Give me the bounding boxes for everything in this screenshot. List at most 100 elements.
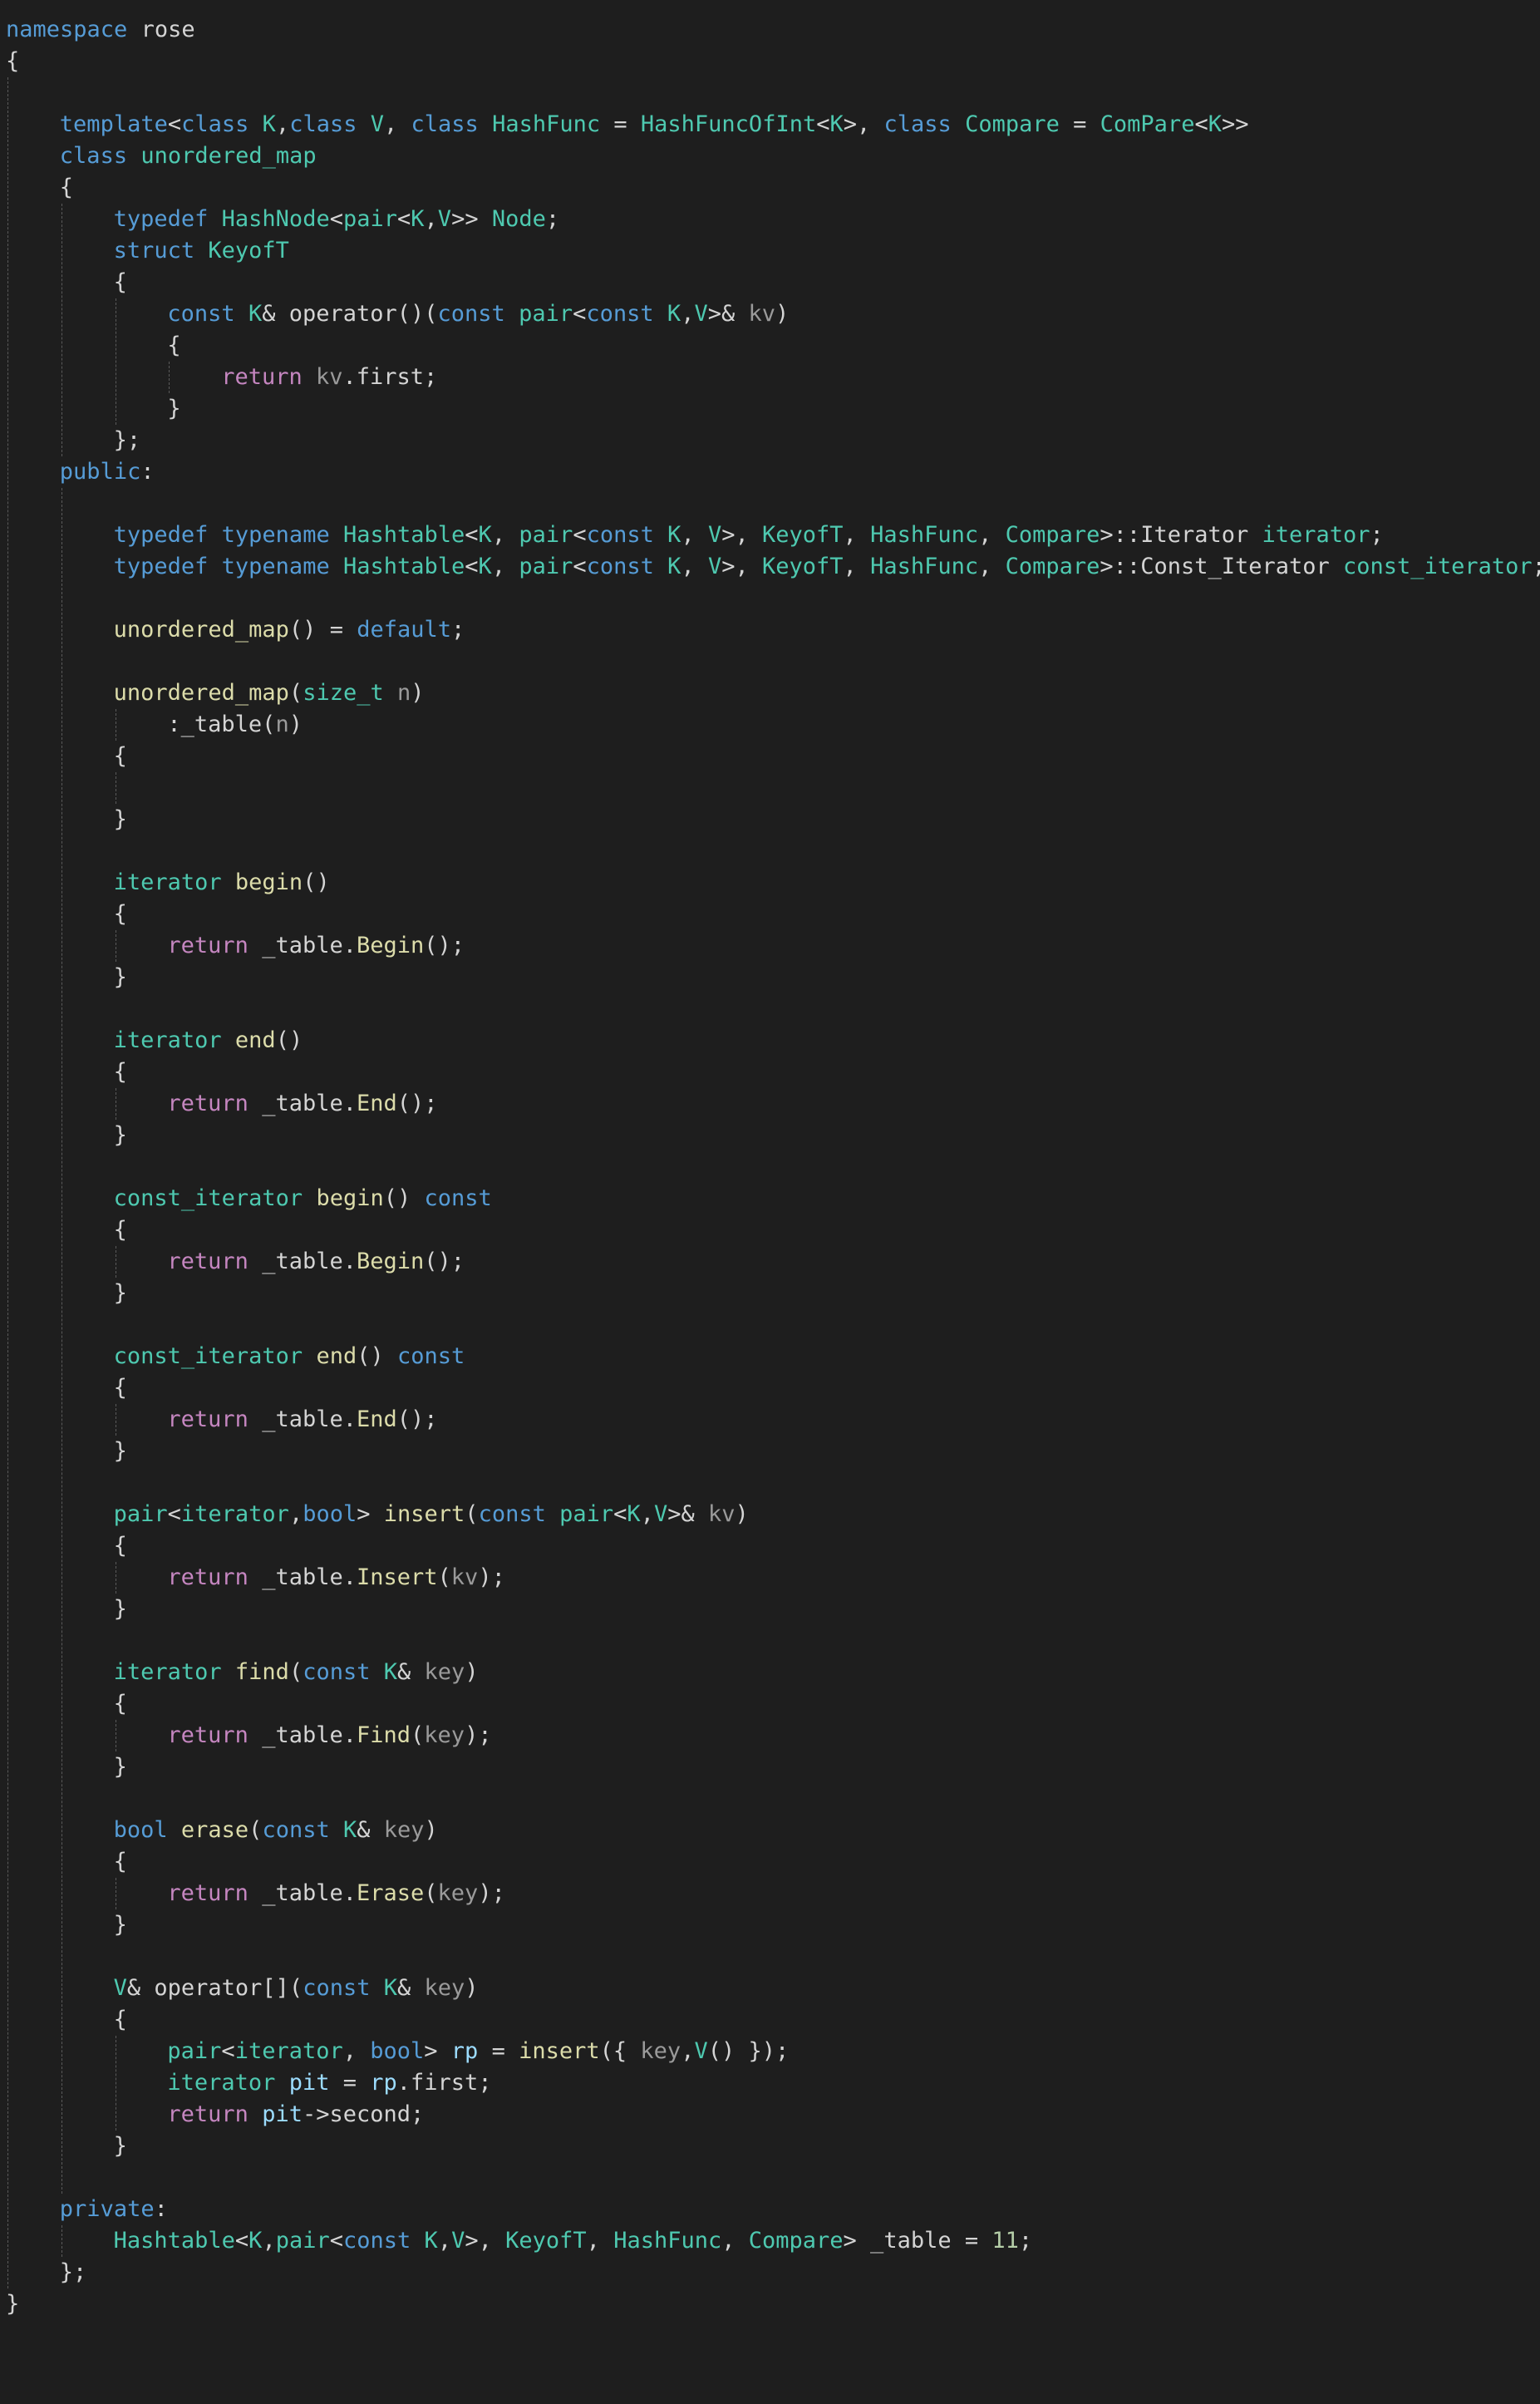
code-line[interactable]: iterator begin() — [114, 867, 330, 899]
code-token: return — [167, 1722, 248, 1748]
code-line[interactable]: }; — [114, 425, 141, 456]
code-line[interactable]: unordered_map(size_t n) — [114, 677, 425, 709]
code-token: , — [978, 522, 1006, 548]
code-token: n — [397, 680, 411, 706]
code-line[interactable]: iterator find(const K& key) — [114, 1657, 479, 1688]
code-line[interactable]: template<class K,class V, class HashFunc… — [60, 109, 1249, 140]
code-token: , — [843, 522, 871, 548]
code-line[interactable]: { — [114, 1846, 127, 1878]
code-line[interactable]: private: — [60, 2194, 168, 2225]
code-token: V — [694, 301, 708, 327]
code-line[interactable]: } — [114, 804, 127, 835]
code-line[interactable]: { — [114, 1057, 127, 1088]
code-line[interactable]: const_iterator begin() const — [114, 1183, 492, 1214]
code-token: .first; — [342, 364, 438, 390]
code-line[interactable]: } — [114, 1751, 127, 1783]
code-line[interactable]: iterator pit = rp.first; — [167, 2067, 491, 2099]
code-line[interactable]: V& operator[](const K& key) — [114, 1973, 479, 2004]
code-line[interactable]: } — [114, 2131, 127, 2162]
code-token: ( — [424, 1880, 438, 1906]
code-token: HashFunc — [870, 522, 979, 548]
code-line[interactable]: return _table.Insert(kv); — [167, 1562, 504, 1594]
code-line[interactable]: }; — [60, 2257, 87, 2288]
code-line[interactable]: } — [114, 1594, 127, 1625]
code-token: , — [721, 2228, 749, 2254]
code-token: >> — [1221, 111, 1249, 137]
code-line[interactable]: } — [114, 1436, 127, 1467]
code-line[interactable]: } — [114, 1909, 127, 1941]
code-line[interactable]: { — [114, 1530, 127, 1562]
code-token: KeyofT — [208, 238, 289, 264]
code-token: V — [694, 2038, 708, 2064]
code-token: const — [437, 301, 505, 327]
code-token: , — [681, 522, 708, 548]
code-token: ( — [288, 680, 303, 706]
code-token: _table. — [248, 1880, 357, 1906]
code-token: _table. — [248, 1249, 357, 1274]
code-line[interactable]: } — [6, 2288, 19, 2320]
code-line[interactable]: return _table.Begin(); — [167, 930, 465, 962]
code-token: bool — [113, 1817, 168, 1843]
code-line[interactable]: unordered_map() = default; — [114, 614, 465, 646]
code-editor[interactable]: namespace rose{template<class K,class V,… — [0, 0, 1540, 2404]
code-line[interactable]: return _table.End(); — [167, 1088, 437, 1120]
code-line[interactable]: namespace rose — [6, 14, 195, 46]
code-line[interactable]: iterator end() — [114, 1025, 303, 1057]
code-line[interactable]: { — [114, 741, 127, 772]
code-line[interactable]: pair<iterator,bool> insert(const pair<K,… — [114, 1499, 749, 1530]
code-line[interactable]: } — [114, 1278, 127, 1309]
code-line[interactable]: bool erase(const K& key) — [114, 1815, 438, 1846]
code-token: pair — [559, 1501, 614, 1527]
code-line[interactable]: const_iterator end() const — [114, 1341, 465, 1372]
code-token: , — [978, 554, 1006, 579]
code-token: { — [113, 901, 127, 927]
code-line[interactable]: class unordered_map — [60, 140, 317, 172]
code-line[interactable]: { — [114, 899, 127, 930]
code-token: V — [707, 554, 722, 579]
code-line[interactable]: { — [167, 330, 180, 362]
code-line[interactable]: const K& operator()(const pair<const K,V… — [167, 298, 789, 330]
code-token: & — [397, 1659, 425, 1685]
code-line[interactable]: { — [114, 1214, 127, 1246]
code-token: _table. — [248, 1722, 357, 1748]
code-line[interactable]: :_table(n) — [167, 709, 303, 741]
code-line[interactable]: public: — [60, 456, 155, 488]
code-line[interactable]: typedef typename Hashtable<K, pair<const… — [114, 520, 1384, 551]
code-token: const — [478, 1501, 546, 1527]
code-line[interactable]: typedef HashNode<pair<K,V>> Node; — [114, 204, 560, 235]
code-line[interactable]: { — [114, 1372, 127, 1404]
code-line[interactable]: pair<iterator, bool> rp = insert({ key,V… — [167, 2036, 789, 2067]
code-line[interactable]: return kv.first; — [221, 362, 437, 393]
code-token: < — [329, 2228, 343, 2254]
code-line[interactable]: } — [114, 962, 127, 993]
code-token: (); — [396, 1091, 438, 1116]
code-token: end — [234, 1027, 276, 1053]
code-line[interactable]: { — [114, 1688, 127, 1720]
code-token: ) — [424, 1817, 438, 1843]
code-line[interactable]: { — [60, 172, 73, 204]
code-line[interactable]: struct KeyofT — [114, 235, 289, 267]
code-token: ( — [465, 1501, 479, 1527]
code-line[interactable]: { — [114, 267, 127, 298]
code-line[interactable]: return _table.End(); — [167, 1404, 437, 1436]
code-line[interactable]: return _table.Find(key); — [167, 1720, 491, 1751]
code-line[interactable]: Hashtable<K,pair<const K,V>, KeyofT, Has… — [114, 2225, 1033, 2257]
code-line[interactable]: return _table.Erase(key); — [167, 1878, 504, 1909]
code-token: () }); — [707, 2038, 790, 2064]
code-line[interactable]: } — [167, 393, 180, 425]
code-token: class — [59, 143, 128, 169]
code-line[interactable]: { — [114, 2004, 127, 2036]
code-line[interactable]: return pit->second; — [167, 2099, 424, 2131]
code-token: } — [113, 1438, 127, 1464]
code-line[interactable]: return _table.Begin(); — [167, 1246, 465, 1278]
code-token: Begin — [356, 1249, 425, 1274]
code-line[interactable]: typedef typename Hashtable<K, pair<const… — [114, 551, 1540, 583]
code-line[interactable]: { — [6, 46, 19, 77]
code-line[interactable]: } — [114, 1120, 127, 1151]
